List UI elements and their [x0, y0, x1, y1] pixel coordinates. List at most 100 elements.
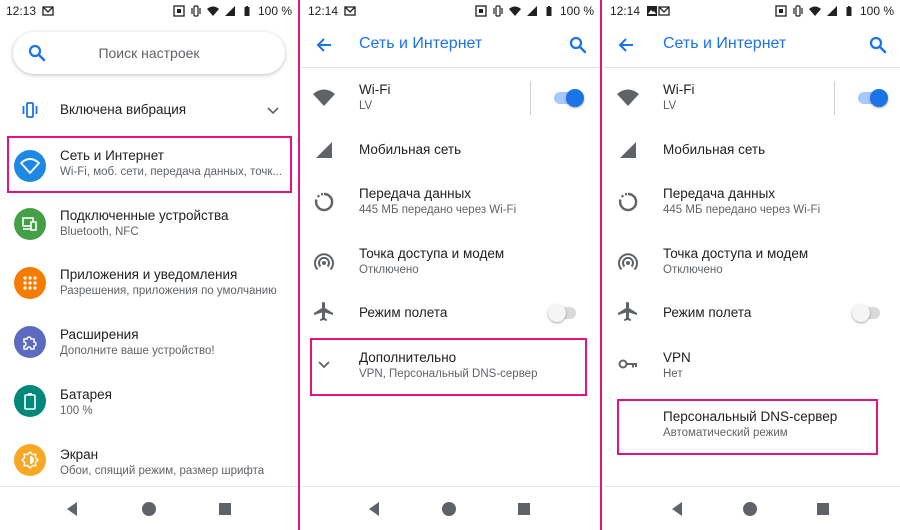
hotspot-title: Точка доступа и модем [359, 246, 505, 261]
brightness-icon [14, 444, 46, 476]
wifi-subtitle: LV [663, 100, 677, 112]
mobile-title: Мобильная сеть [663, 142, 766, 157]
battery-percent: 100 % [859, 4, 894, 18]
vibrate-icon [191, 5, 201, 17]
data-usage-icon [314, 192, 334, 212]
page-title: Сеть и Интернет [663, 35, 787, 52]
separator [834, 81, 835, 115]
vibration-banner[interactable]: Включена вибрация [0, 96, 298, 124]
settings-item-title: Приложения и уведомления [60, 267, 238, 282]
airplane-mode-item[interactable]: Режим полета [302, 298, 600, 328]
vibrate-icon [793, 5, 803, 17]
notification-gmail-icon [344, 6, 356, 16]
status-time: 12:13 [6, 4, 37, 18]
data-title: Передача данных [359, 186, 472, 201]
wifi-item[interactable]: Wi-Fi LV [302, 78, 600, 118]
settings-item-battery[interactable]: Батарея 100 % [0, 382, 298, 430]
network-expanded-screen: 12:14 100 % Сеть и Интернет Wi-Fi LV Моб… [604, 0, 900, 530]
nfc-icon [173, 5, 185, 17]
data-usage-item[interactable]: Передача данных 445 МБ передано через Wi… [604, 182, 900, 222]
mobile-network-item[interactable]: Мобильная сеть [604, 132, 900, 168]
settings-item-apps[interactable]: Приложения и уведомления Разрешения, при… [0, 262, 298, 310]
wifi-signal-icon [206, 6, 219, 16]
settings-item-title: Батарея [60, 387, 112, 402]
app-bar: Сеть и Интернет [302, 22, 600, 68]
page-title: Сеть и Интернет [359, 35, 483, 52]
data-subtitle: 445 МБ передано через Wi-Fi [359, 204, 517, 216]
highlight-frame [617, 399, 878, 455]
mobile-network-item[interactable]: Мобильная сеть [302, 132, 600, 168]
back-nav-icon[interactable] [365, 500, 383, 518]
settings-item-subtitle: Дополните ваше устройство! [60, 345, 215, 357]
back-arrow-icon[interactable] [314, 35, 334, 55]
hotspot-item[interactable]: Точка доступа и модем Отключено [302, 242, 600, 282]
back-nav-icon[interactable] [63, 500, 81, 518]
vpn-item[interactable]: VPN Нет [604, 344, 900, 384]
battery-percent: 100 % [257, 4, 292, 18]
search-icon[interactable] [568, 35, 588, 55]
airplane-icon [618, 302, 637, 321]
data-usage-item[interactable]: Передача данных 445 МБ передано через Wi… [302, 182, 600, 222]
settings-item-subtitle: Обои, спящий режим, размер шрифта [60, 465, 265, 477]
toggle-thumb [566, 89, 584, 107]
recents-nav-icon[interactable] [814, 500, 832, 518]
wifi-toggle[interactable] [858, 89, 888, 107]
wifi-item[interactable]: Wi-Fi LV [604, 78, 900, 118]
settings-item-display[interactable]: Экран Обои, спящий режим, размер шрифта [0, 442, 298, 490]
hotspot-title: Точка доступа и модем [663, 246, 809, 261]
status-time: 12:14 [308, 4, 339, 18]
search-icon[interactable] [868, 35, 888, 55]
nav-bar [0, 486, 298, 530]
settings-item-extensions[interactable]: Расширения Дополните ваше устройство! [0, 322, 298, 370]
home-nav-icon[interactable] [440, 500, 458, 518]
notification-gmail-icon [658, 6, 670, 16]
app-bar: Сеть и Интернет [604, 22, 900, 68]
back-nav-icon[interactable] [668, 500, 686, 518]
settings-item-title: Экран [60, 447, 99, 462]
settings-main-screen: 12:13 100 % Поиск настроек Включена вибр… [0, 0, 298, 530]
wifi-toggle[interactable] [554, 89, 584, 107]
hotspot-item[interactable]: Точка доступа и модем Отключено [604, 242, 900, 282]
notification-image-icon [647, 6, 658, 16]
wifi-signal-icon [508, 6, 521, 16]
search-bar[interactable]: Поиск настроек [13, 32, 285, 74]
search-placeholder: Поиск настроек [98, 45, 200, 61]
screen-divider [298, 0, 300, 530]
home-nav-icon[interactable] [741, 500, 759, 518]
recents-nav-icon[interactable] [515, 500, 533, 518]
chevron-down-icon[interactable] [266, 104, 280, 118]
mobile-title: Мобильная сеть [359, 142, 462, 157]
hotspot-subtitle: Отключено [663, 264, 723, 276]
network-screen: 12:14 100 % Сеть и Интернет Wi-Fi LV Моб… [302, 0, 600, 530]
settings-item-subtitle: 100 % [60, 405, 93, 417]
airplane-toggle[interactable] [852, 304, 880, 322]
wifi-title: Wi-Fi [663, 82, 695, 97]
cell-signal-icon [826, 6, 837, 16]
status-bar: 12:14 100 % [604, 0, 900, 22]
cell-signal-icon [316, 142, 332, 158]
back-arrow-icon[interactable] [616, 35, 636, 55]
settings-item-title: Расширения [60, 327, 139, 342]
vibrate-icon [493, 5, 503, 17]
hotspot-subtitle: Отключено [359, 264, 419, 276]
wifi-icon [617, 89, 639, 106]
data-usage-icon [618, 192, 638, 212]
devices-icon [14, 208, 46, 240]
settings-item-devices[interactable]: Подключенные устройства Bluetooth, NFC [0, 202, 298, 250]
toggle-thumb [548, 304, 566, 322]
toggle-thumb [870, 89, 888, 107]
battery-percent: 100 % [559, 4, 594, 18]
hotspot-icon [618, 253, 638, 271]
status-time: 12:14 [610, 4, 641, 18]
apps-icon [14, 267, 46, 299]
vpn-subtitle: Нет [663, 368, 683, 380]
vpn-title: VPN [663, 350, 691, 365]
recents-nav-icon[interactable] [216, 500, 234, 518]
cell-signal-icon [620, 142, 636, 158]
airplane-mode-item[interactable]: Режим полета [604, 298, 900, 328]
home-nav-icon[interactable] [140, 500, 158, 518]
data-title: Передача данных [663, 186, 776, 201]
airplane-toggle[interactable] [548, 304, 576, 322]
status-bar: 12:13 100 % [0, 0, 298, 22]
wifi-signal-icon [808, 6, 821, 16]
